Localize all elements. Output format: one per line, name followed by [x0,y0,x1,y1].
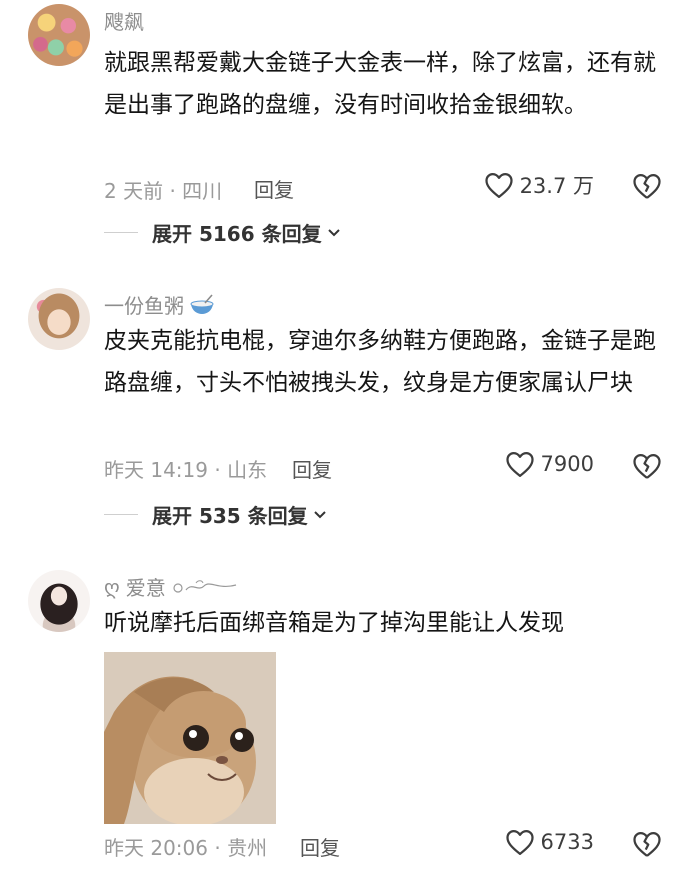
chevron-down-icon [313,510,326,518]
broken-heart-icon [633,174,661,199]
username[interactable]: 飕飙 [104,6,144,35]
rice-bowl-icon [190,293,214,314]
comment-image[interactable] [104,652,276,824]
heart-outline-icon [505,830,534,855]
comment-item: 一份鱼粥 皮夹克能抗电棍，穿迪尔多纳鞋方便跑路，金链子是跑路盘缠，寸头不怕被拽头… [0,288,690,548]
comment-meta: 2 天前 · 四川 [104,179,223,203]
swirl-decoration-icon [173,579,236,593]
dislike-button[interactable] [632,172,662,204]
expand-replies-label: 展开 535 条回复 [152,504,308,528]
like-button[interactable]: 23.7 万 [484,170,594,200]
like-count: 23.7 万 [519,174,594,198]
reply-button[interactable]: 回复 [300,832,340,861]
chevron-down-icon [327,228,340,236]
broken-heart-icon [633,832,661,857]
comment-item: ღ 爱意 听说摩托后面绑音箱是为了掉沟里能让人发现 昨天 20:06 · 贵州 … [0,570,690,865]
like-count: 6733 [540,830,594,854]
like-button[interactable]: 7900 [505,450,594,478]
expand-replies-label: 展开 5166 条回复 [152,222,322,246]
divider [104,514,138,515]
like-button[interactable]: 6733 [505,828,594,856]
expand-replies[interactable]: 展开 535 条回复 [104,500,328,529]
avatar[interactable] [28,288,90,350]
username[interactable]: 一份鱼粥 [104,290,216,319]
username-text: 一份鱼粥 [104,294,184,318]
reply-button[interactable]: 回复 [254,174,294,203]
username[interactable]: ღ 爱意 [104,572,238,601]
broken-heart-icon [633,454,661,479]
expand-replies[interactable]: 展开 5166 条回复 [104,218,342,247]
username-prefix-icon: ღ [104,574,120,599]
avatar[interactable] [28,4,90,66]
comment-text: 皮夹克能抗电棍，穿迪尔多纳鞋方便跑路，金链子是跑路盘缠，寸头不怕被拽头发，纹身是… [104,328,656,396]
comment-meta: 昨天 20:06 · 贵州 [104,836,268,860]
comment-item: 飕飙 就跟黑帮爱戴大金链子大金表一样，除了炫富，还有就是出事了跑路的盘缠，没有时… [0,4,690,264]
comment-text: 听说摩托后面绑音箱是为了掉沟里能让人发现 [104,610,564,636]
comment-text: 就跟黑帮爱戴大金链子大金表一样，除了炫富，还有就是出事了跑路的盘缠，没有时间收拾… [104,50,656,118]
dislike-button[interactable] [632,452,662,484]
username-text: 爱意 [125,576,166,600]
cat-meme-image [104,652,276,824]
reply-button[interactable]: 回复 [292,454,332,483]
dislike-button[interactable] [632,830,662,862]
avatar[interactable] [28,570,90,632]
divider [104,232,138,233]
like-count: 7900 [540,452,594,476]
heart-outline-icon [505,452,534,477]
heart-outline-icon [484,173,513,198]
comment-meta: 昨天 14:19 · 山东 [104,458,268,482]
